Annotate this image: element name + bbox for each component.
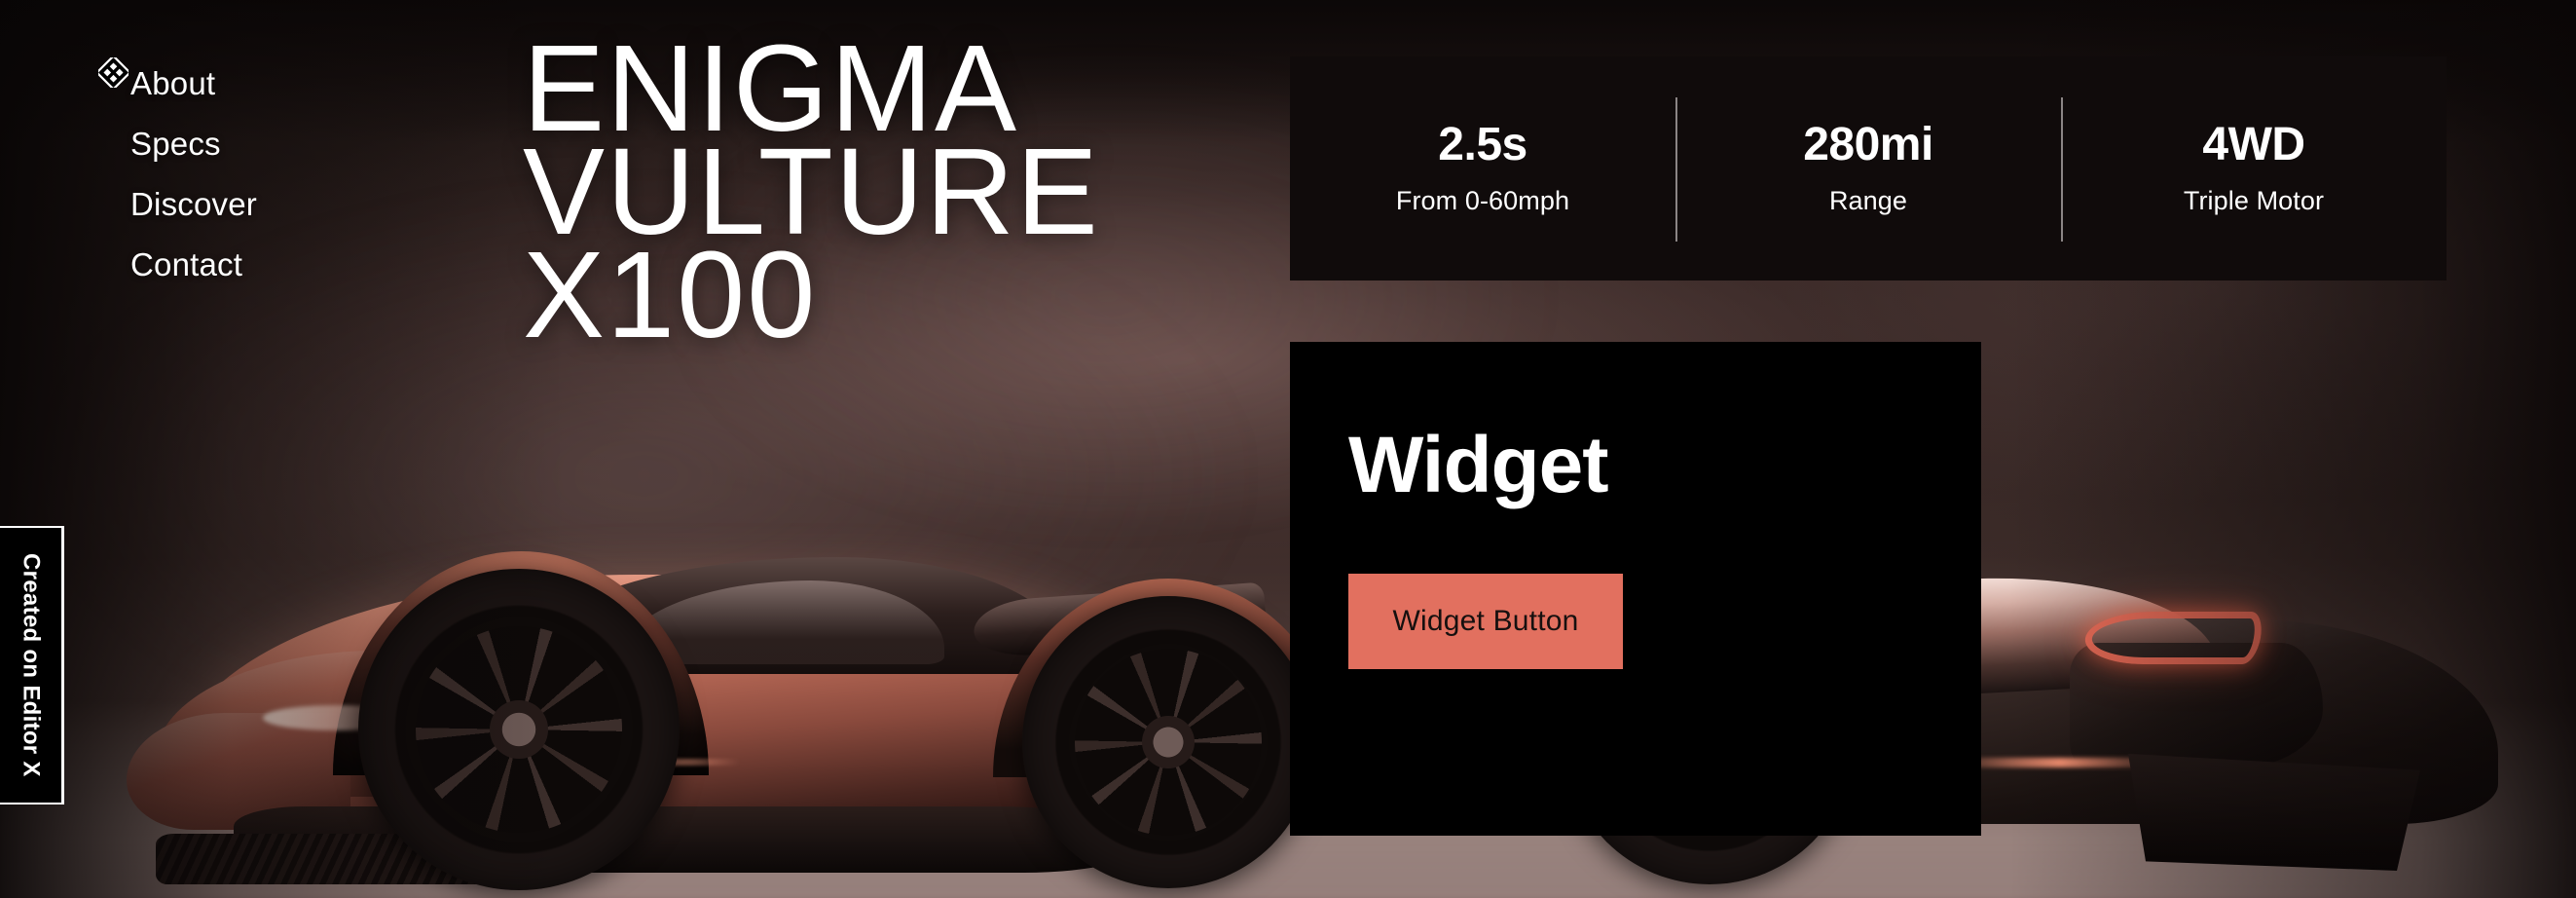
stat-acceleration: 2.5s From 0-60mph [1290, 56, 1675, 281]
widget-panel: Widget Widget Button [1290, 342, 1981, 836]
nav-item-discover[interactable]: Discover [130, 174, 257, 235]
stat-value: 2.5s [1438, 119, 1527, 171]
nav-item-contact[interactable]: Contact [130, 235, 257, 295]
created-on-editor-x-label: Created on Editor X [18, 553, 45, 777]
stat-label: From 0-60mph [1395, 185, 1570, 215]
stat-value: 4WD [2202, 119, 2305, 171]
hero-title: ENIGMA VULTURE X100 [523, 19, 1100, 363]
widget-title: Widget [1348, 421, 1609, 509]
page-root: About Specs Discover Contact ENIGMA VULT… [0, 0, 2576, 898]
created-on-editor-x-badge[interactable]: Created on Editor X [0, 526, 64, 804]
spec-stats-bar: 2.5s From 0-60mph 280mi Range 4WD Triple… [1290, 56, 2447, 281]
stat-label: Range [1828, 185, 1908, 215]
nav-item-about[interactable]: About [130, 54, 257, 114]
stat-value: 280mi [1803, 119, 1933, 171]
nav-item-specs[interactable]: Specs [130, 114, 257, 174]
widget-button[interactable]: Widget Button [1348, 574, 1623, 669]
stat-range: 280mi Range [1675, 56, 2061, 281]
main-navigation: About Specs Discover Contact [130, 54, 257, 295]
stat-drivetrain: 4WD Triple Motor [2061, 56, 2447, 281]
stat-label: Triple Motor [2183, 185, 2325, 215]
